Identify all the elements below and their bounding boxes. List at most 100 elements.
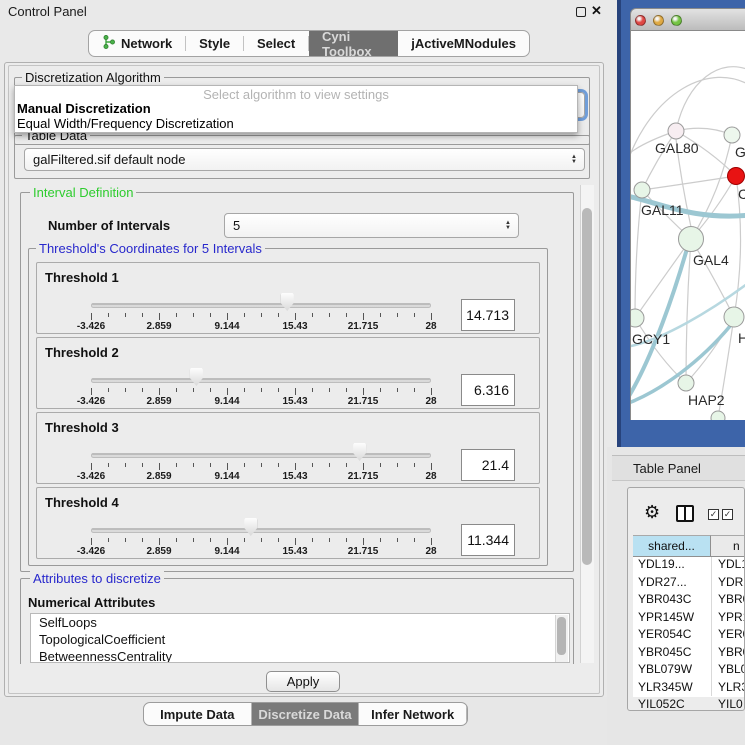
- scale-tick-label: 21.715: [348, 546, 379, 557]
- network-canvas[interactable]: GAL80GCGAL11GAL4GCY1HHAP2: [630, 31, 745, 420]
- network-edge: [691, 239, 734, 317]
- slider-thumb[interactable]: [190, 368, 203, 386]
- slider-thumb[interactable]: [281, 293, 294, 311]
- scale-tick: [380, 388, 381, 392]
- network-node[interactable]: [711, 411, 725, 420]
- bottom-tabbar: Impute Data Discretize Data Infer Networ…: [143, 702, 468, 726]
- list-scrollbar-track[interactable]: [555, 615, 568, 663]
- network-node[interactable]: [678, 375, 694, 391]
- minimize-traffic-light[interactable]: [653, 15, 664, 26]
- checkbox-icon[interactable]: ✓: [708, 509, 719, 520]
- tab[interactable]: Style: [186, 31, 243, 56]
- threshold-value-field[interactable]: 6.316: [461, 374, 515, 406]
- bottom-tab[interactable]: Infer Network: [359, 703, 467, 725]
- scale-tick: [346, 463, 347, 467]
- threshold-label: Threshold 4: [45, 495, 119, 510]
- scale-tick: [329, 538, 330, 542]
- scale-tick: [108, 313, 109, 317]
- scale-tick: [159, 463, 160, 470]
- scale-tick-label: 9.144: [214, 546, 239, 557]
- column-header-shared[interactable]: shared...: [633, 535, 711, 557]
- scale-tick: [210, 538, 211, 542]
- column-divider: [711, 557, 712, 696]
- panel-title: Control Panel: [8, 4, 87, 19]
- table-header: shared... n: [633, 535, 745, 557]
- network-node[interactable]: [724, 307, 744, 327]
- scale-tick: [176, 538, 177, 542]
- close-traffic-light[interactable]: [635, 15, 646, 26]
- scale-tick: [176, 388, 177, 392]
- table-rows: YDL19... YDL1 YDR27... YDR2 YBR043C YBR0…: [633, 557, 745, 711]
- scale-tick-label: 28: [425, 471, 436, 482]
- list-item[interactable]: BetweennessCentrality: [31, 648, 569, 663]
- list-item[interactable]: TopologicalCoefficient: [31, 631, 569, 648]
- slider-thumb[interactable]: [244, 518, 257, 536]
- slider-track[interactable]: [91, 303, 431, 308]
- scale-tick-label: 2.859: [146, 321, 171, 332]
- tab[interactable]: jActiveMNodules: [398, 31, 529, 56]
- scale-tick: [244, 388, 245, 392]
- scale-tick-label: 2.859: [146, 396, 171, 407]
- network-node[interactable]: [728, 168, 745, 185]
- tab[interactable]: Select: [244, 31, 308, 56]
- scale-tick: [414, 463, 415, 467]
- bottom-tab[interactable]: Impute Data: [144, 703, 252, 725]
- table-row[interactable]: YPR145W YPR1: [633, 610, 745, 628]
- scale-tick: [108, 538, 109, 542]
- tab[interactable]: Cyni Toolbox: [309, 31, 398, 56]
- bottom-tab[interactable]: Discretize Data: [252, 703, 360, 725]
- table-row[interactable]: YIL052C YIL0: [633, 697, 745, 711]
- scale-tick: [159, 313, 160, 320]
- network-node[interactable]: [634, 182, 650, 198]
- gear-icon[interactable]: ⚙: [644, 503, 660, 521]
- threshold-value-field[interactable]: 11.344: [461, 524, 515, 556]
- node-label: GAL11: [641, 202, 684, 218]
- scale-tick: [295, 538, 296, 545]
- dropdown-option[interactable]: Equal Width/Frequency Discretization: [17, 116, 234, 131]
- network-node[interactable]: [679, 227, 704, 252]
- network-node[interactable]: [668, 123, 684, 139]
- table-row[interactable]: YDR27... YDR2: [633, 575, 745, 593]
- threshold-row: Threshold 1 -3.4262.8599.14415.4321.7152…: [36, 262, 540, 334]
- slider-track[interactable]: [91, 528, 431, 533]
- network-window-titlebar[interactable]: [630, 8, 745, 31]
- dropdown-option[interactable]: Manual Discretization: [17, 101, 151, 116]
- zoom-traffic-light[interactable]: [671, 15, 682, 26]
- table-row[interactable]: YDL19... YDL1: [633, 557, 745, 575]
- close-icon[interactable]: ✕: [591, 3, 602, 19]
- scale-tick-label: -3.426: [77, 396, 105, 407]
- checkbox-icon[interactable]: ✓: [722, 509, 733, 520]
- number-of-intervals-combo[interactable]: 5 ▲▼: [224, 213, 519, 238]
- apply-button[interactable]: Apply: [266, 671, 340, 692]
- threshold-value-field[interactable]: 14.713: [461, 299, 515, 331]
- scale-tick-label: 28: [425, 546, 436, 557]
- table-row[interactable]: YBR043C YBR0: [633, 592, 745, 610]
- panel-scrollbar-thumb[interactable]: [582, 208, 592, 565]
- table-data-combo[interactable]: galFiltered.sif default node ▲▼: [24, 148, 585, 171]
- scale-tick: [295, 388, 296, 395]
- scale-tick-label: 9.144: [214, 471, 239, 482]
- list-scrollbar-thumb[interactable]: [557, 617, 566, 655]
- column-settings-icon[interactable]: [676, 505, 694, 522]
- scale-tick: [227, 538, 228, 545]
- table-row[interactable]: YBR045C YBR0: [633, 645, 745, 663]
- table-row[interactable]: YER054C YER0: [633, 627, 745, 645]
- table-row[interactable]: YBL079W YBL0: [633, 662, 745, 680]
- slider-thumb[interactable]: [353, 443, 366, 461]
- network-node[interactable]: [631, 309, 644, 327]
- slider-track[interactable]: [91, 453, 431, 458]
- threshold-label: Threshold 2: [45, 345, 119, 360]
- scale-tick-label: -3.426: [77, 321, 105, 332]
- network-node[interactable]: [724, 127, 740, 143]
- table-row[interactable]: YLR345W YLR3: [633, 680, 745, 698]
- slider-track[interactable]: [91, 378, 431, 383]
- node-label: C: [738, 186, 745, 202]
- scale-tick: [295, 313, 296, 320]
- list-item[interactable]: SelfLoops: [31, 614, 569, 631]
- tab[interactable]: Network: [89, 31, 185, 56]
- column-header-name[interactable]: n: [711, 535, 745, 557]
- float-window-icon[interactable]: [576, 7, 586, 17]
- scale-tick: [261, 313, 262, 317]
- scale-tick: [227, 463, 228, 470]
- threshold-value-field[interactable]: 21.4: [461, 449, 515, 481]
